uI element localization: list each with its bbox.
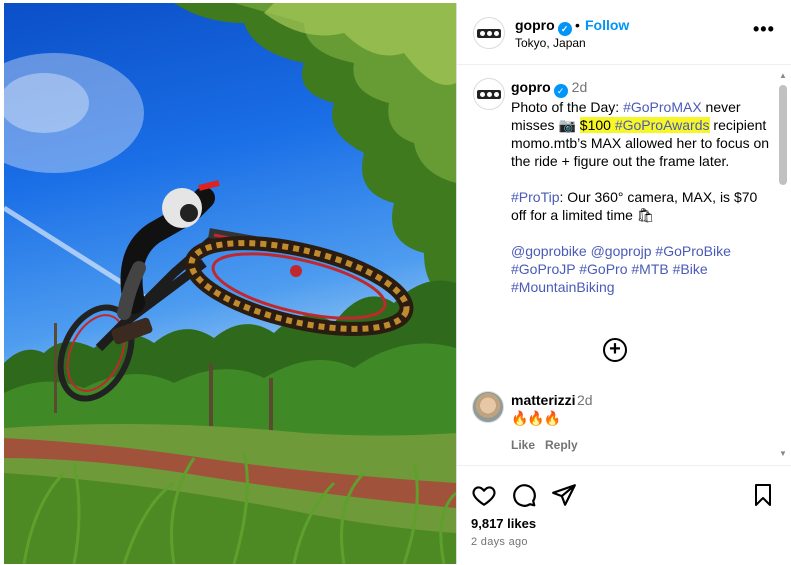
share-icon[interactable] <box>551 482 577 511</box>
mountain-bike-photo-illustration <box>4 3 456 564</box>
follow-button[interactable]: Follow <box>585 17 629 33</box>
post-side-panel: gopro ✓ • Follow Tokyo, Japan ••• gopro ✓ 2… <box>456 3 791 564</box>
camera-emoji-icon: 📷 <box>558 117 576 133</box>
post-caption: gopro ✓ 2d Photo of the Day: #GoProMAX nev… <box>511 78 773 296</box>
verified-badge-icon: ✓ <box>557 22 572 36</box>
post-date[interactable]: 2 days ago <box>471 536 528 548</box>
location-link[interactable]: Tokyo, Japan <box>515 36 586 50</box>
hashtag-link[interactable]: #GoProBike <box>655 243 730 259</box>
protip-paragraph: #ProTip: Our 360° camera, MAX, is $70 of… <box>511 188 773 224</box>
gopro-logo-icon <box>477 89 501 99</box>
more-icon[interactable]: ••• <box>753 19 775 40</box>
likes-count[interactable]: 9,817 likes <box>471 516 536 531</box>
mention-link[interactable]: @goprojp <box>591 243 652 259</box>
scroll-up-arrow-icon[interactable]: ▲ <box>779 71 787 80</box>
plus-circle-icon[interactable]: + <box>603 338 627 362</box>
caption-avatar[interactable] <box>473 78 505 110</box>
post-actions: 9,817 likes 2 days ago <box>457 465 791 564</box>
hashtag-link[interactable]: #MTB <box>631 261 668 277</box>
hashtags-paragraph: @goprobike @goprojp #GoProBike #GoProJP … <box>511 242 773 296</box>
gopro-logo-icon <box>477 28 501 38</box>
heart-icon[interactable] <box>471 482 497 511</box>
caption-time[interactable]: 2d <box>572 79 588 95</box>
comment-icon[interactable] <box>511 482 537 511</box>
comment-reply-button[interactable]: Reply <box>545 438 578 452</box>
comment-like-button[interactable]: Like <box>511 438 535 452</box>
post-photo[interactable] <box>4 3 456 564</box>
separator-dot: • <box>575 17 580 33</box>
mention-link[interactable]: @goprobike <box>511 243 587 259</box>
caption-username[interactable]: gopro <box>511 79 551 95</box>
caption-text: Photo of the Day: <box>511 99 624 115</box>
gopro-avatar[interactable] <box>473 17 505 49</box>
comments-scrollbar[interactable]: ▲ ▼ <box>777 71 789 461</box>
hashtag-link[interactable]: #GoProJP <box>511 261 575 277</box>
comment-time[interactable]: 2d <box>577 392 593 408</box>
hashtag-link[interactable]: #GoPro <box>579 261 627 277</box>
shopping-bag-emoji-icon: 🛍 <box>636 207 655 223</box>
instagram-post-window: gopro ✓ • Follow Tokyo, Japan ••• gopro ✓ 2… <box>0 0 791 565</box>
post-header: gopro ✓ • Follow Tokyo, Japan ••• <box>457 3 791 65</box>
bookmark-icon[interactable] <box>751 482 775 511</box>
hashtag-link[interactable]: #Bike <box>673 261 708 277</box>
header-username[interactable]: gopro ✓ <box>515 17 572 36</box>
commenter-avatar[interactable] <box>472 391 504 423</box>
hashtag-link[interactable]: #GoProMAX <box>623 99 702 115</box>
comments-section[interactable]: gopro ✓ 2d Photo of the Day: #GoProMAX nev… <box>457 66 791 464</box>
comment-text: 🔥🔥🔥 <box>511 410 561 426</box>
hashtag-link[interactable]: #MountainBiking <box>511 279 615 295</box>
scroll-thumb[interactable] <box>779 85 787 185</box>
hashtag-link[interactable]: #GoProAwards <box>614 117 710 133</box>
highlighted-amount: $100 <box>579 117 611 133</box>
header-username-text[interactable]: gopro <box>515 17 555 33</box>
hashtag-link[interactable]: #ProTip <box>511 189 560 205</box>
verified-badge-icon: ✓ <box>553 84 568 98</box>
scroll-down-arrow-icon[interactable]: ▼ <box>779 449 787 458</box>
comment-username[interactable]: matterizzi <box>511 392 576 408</box>
